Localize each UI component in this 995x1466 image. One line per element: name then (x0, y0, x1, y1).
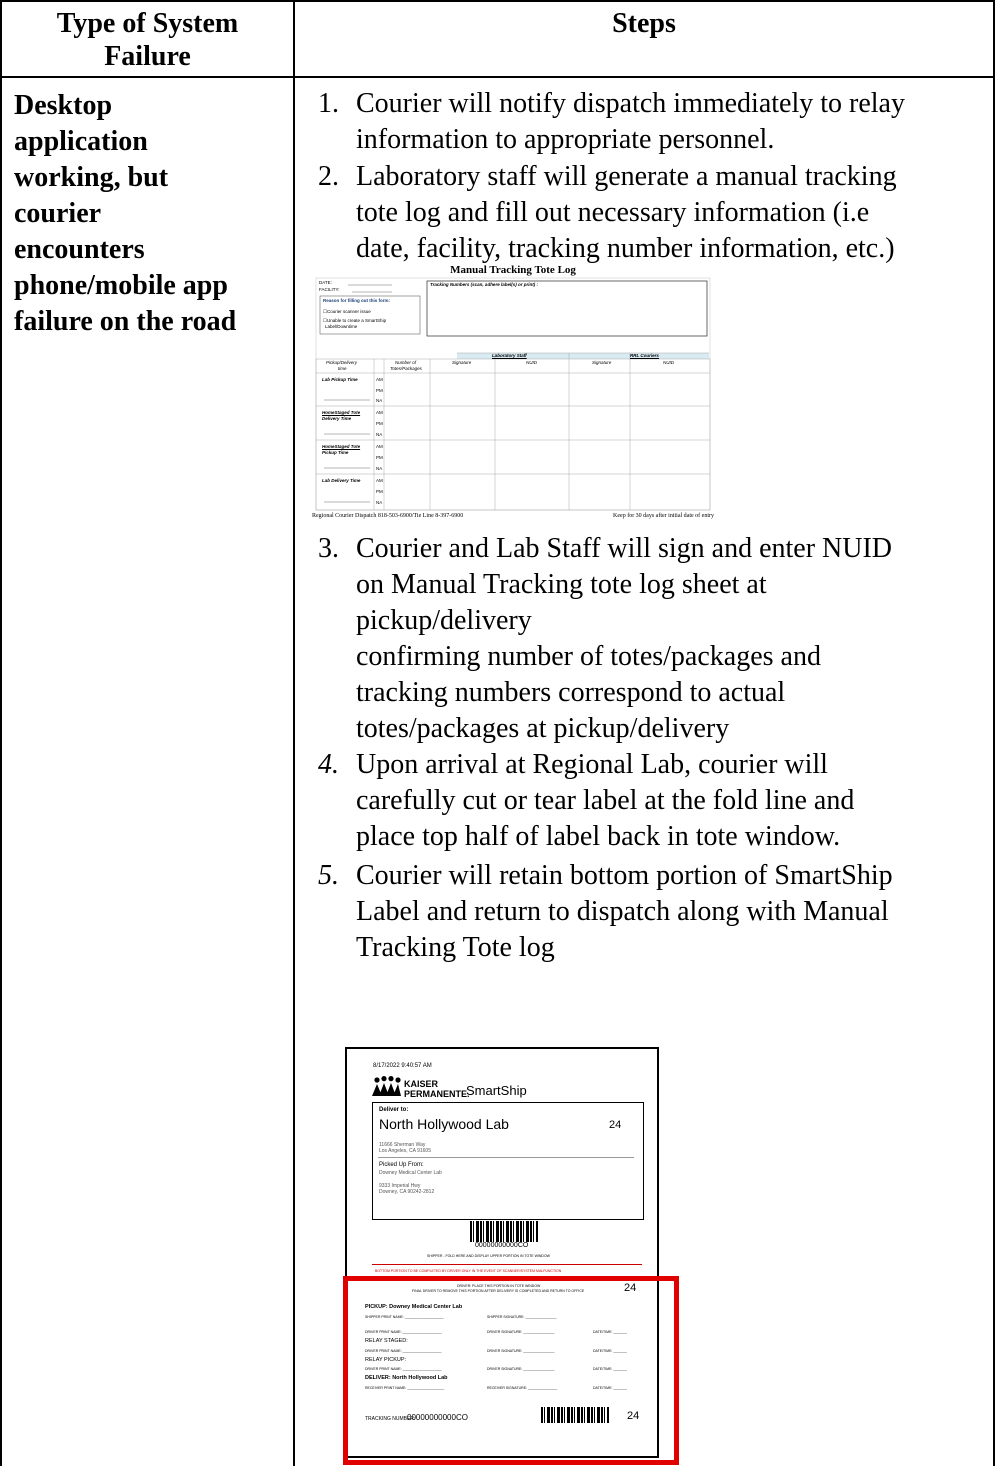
step-line: pickup/delivery (356, 605, 532, 636)
manual-tracking-tote-log-image: Manual Tracking Tote Log DATE: FACILITY:… (312, 264, 714, 524)
tote-log-na: NA (376, 466, 383, 471)
label-fold-note: SHIPPER - FOLD HERE AND DISPLAY UPPER PO… (427, 1254, 550, 1258)
failure-type-line: phone/mobile app (14, 270, 228, 301)
header-type-line-2: Failure (104, 41, 191, 72)
table-column-divider (293, 0, 295, 1466)
tote-log-footer-right: Keep for 30 days after initial date of e… (613, 513, 714, 519)
tote-log-col-number: Number of (395, 360, 417, 365)
header-type-line-1: Type of System (56, 8, 239, 39)
highlight-bottom-portion-box (343, 1276, 679, 1465)
tote-log-row-label: HomeStaged Tote (322, 444, 361, 449)
step-line: tote log and fill out necessary informat… (356, 197, 870, 228)
step-line: Courier and Lab Staff will sign and ente… (356, 533, 893, 564)
tote-log-col-signature: Signature (452, 360, 472, 365)
label-brand-line-1: KAISER (404, 1079, 439, 1089)
step-line: tracking numbers correspond to actual (356, 677, 786, 708)
tote-log-col-nuid: NUID (526, 360, 537, 365)
step-number: 1. (318, 88, 339, 119)
failure-type-cell: Desktop application working, but courier… (14, 88, 284, 340)
label-deliver-to-label: Deliver to: (379, 1107, 409, 1113)
label-brand-line-2: PERMANENTE. (404, 1089, 470, 1099)
tote-log-col-signature: Signature (592, 360, 612, 365)
tote-log-am: AM (376, 444, 383, 449)
tote-log-col-pickup: Pickup/Delivery (326, 360, 358, 365)
step-line: Courier will retain bottom portion of Sm… (356, 860, 893, 891)
table-header-divider (0, 76, 995, 78)
step-line: place top half of label back in tote win… (356, 821, 841, 852)
tote-log-na: NA (376, 398, 383, 403)
label-pickup-address-2: Downey, CA 90242-2812 (379, 1189, 435, 1195)
tote-log-row-label: Pickup Time (322, 450, 349, 455)
tote-log-reason-1: ☐Courier scanner issue (323, 309, 371, 314)
table-border-top (0, 0, 995, 2)
header-type-of-system-failure: Type of System Failure (2, 7, 293, 73)
tote-log-row-label: Delivery Time (322, 416, 352, 421)
tote-log-na: NA (376, 432, 383, 437)
tote-log-am: AM (376, 410, 383, 415)
step-number: 4. (318, 749, 339, 780)
tote-log-footer-left: Regional Courier Dispatch 818-503-6900/T… (312, 513, 464, 519)
tote-log-pm: PM (376, 388, 383, 393)
tote-log-col-nuid: NUID (663, 360, 674, 365)
tote-log-date-label: DATE: (319, 280, 332, 285)
tote-log-col-pickup-2: time (338, 366, 347, 371)
failure-type-line: failure on the road (14, 306, 237, 337)
step-line: carefully cut or tear label at the fold … (356, 785, 855, 816)
label-route-number: 24 (609, 1119, 622, 1131)
step-line: on Manual Tracking tote log sheet at (356, 569, 767, 600)
tote-log-na: NA (376, 500, 383, 505)
tote-log-rrl-couriers: RRL Couriers (630, 353, 659, 358)
tote-log-am: AM (376, 478, 383, 483)
step-line: Label and return to dispatch along with … (356, 896, 889, 927)
label-picked-up: Downey Medical Center Lab (379, 1170, 442, 1176)
label-bottom-note: BOTTOM PORTION TO BE COMPLETED BY DRIVER… (375, 1269, 562, 1273)
tote-log-title: Manual Tracking Tote Log (450, 264, 576, 276)
step-number: 5. (318, 860, 339, 891)
step-number: 3. (318, 533, 339, 564)
failure-type-line: encounters (14, 234, 145, 265)
label-timestamp: 8/17/2022 9:40:57 AM (373, 1063, 432, 1069)
tote-log-pm: PM (376, 489, 383, 494)
step-line: Courier will notify dispatch immediately… (356, 88, 905, 119)
kaiser-logo-icon (372, 1076, 401, 1096)
failure-type-line: working, but (14, 162, 169, 193)
tote-log-row-label: Lab Pickup Time (322, 377, 358, 382)
tote-log-pm: PM (376, 455, 383, 460)
label-product-name: SmartShip (466, 1083, 527, 1098)
tote-log-col-number-2: Totes/Packages (390, 366, 422, 371)
step-line: information to appropriate personnel. (356, 124, 775, 155)
tote-log-reason-2b: Label/Downtime (325, 324, 358, 329)
failure-type-line: application (14, 126, 148, 157)
header-steps: Steps (612, 8, 676, 39)
table-border-left (0, 0, 2, 1466)
label-barcode (470, 1221, 538, 1242)
failure-type-line: Desktop (14, 90, 113, 121)
step-number: 2. (318, 161, 339, 192)
label-address-2: Los Angeles, CA 91605 (379, 1148, 431, 1154)
label-deliver-to: North Hollywood Lab (379, 1116, 509, 1132)
tote-log-tracking-label: Tracking Numbers (scan, adhere label(s) … (430, 282, 538, 287)
label-picked-up-label: Picked Up From: (379, 1162, 424, 1168)
failure-type-line: courier (14, 198, 102, 229)
tote-log-row-label: HomeStaged Tote (322, 410, 361, 415)
step-line: Tracking Tote log (356, 932, 555, 963)
step-line: date, facility, tracking number informat… (356, 233, 895, 264)
tote-log-facility-label: FACILITY: (319, 287, 340, 292)
label-barcode-text: 00000000000CO (475, 1242, 529, 1249)
tote-log-row-label: Lab Delivery Time (322, 478, 361, 483)
tote-log-lab-staff: Laboratory Staff (492, 353, 527, 358)
step-line: Laboratory staff will generate a manual … (356, 161, 897, 192)
tote-log-pm: PM (376, 421, 383, 426)
document-page: Type of System Failure Steps Desktop app… (0, 0, 995, 1466)
step-line: totes/packages at pickup/delivery (356, 713, 730, 744)
tote-log-form-graphic (315, 277, 711, 511)
tote-log-am: AM (376, 377, 383, 382)
step-line: Upon arrival at Regional Lab, courier wi… (356, 749, 828, 780)
step-line: confirming number of totes/packages and (356, 641, 821, 672)
tote-log-reason-title: Reason for filling out this form: (323, 298, 390, 303)
